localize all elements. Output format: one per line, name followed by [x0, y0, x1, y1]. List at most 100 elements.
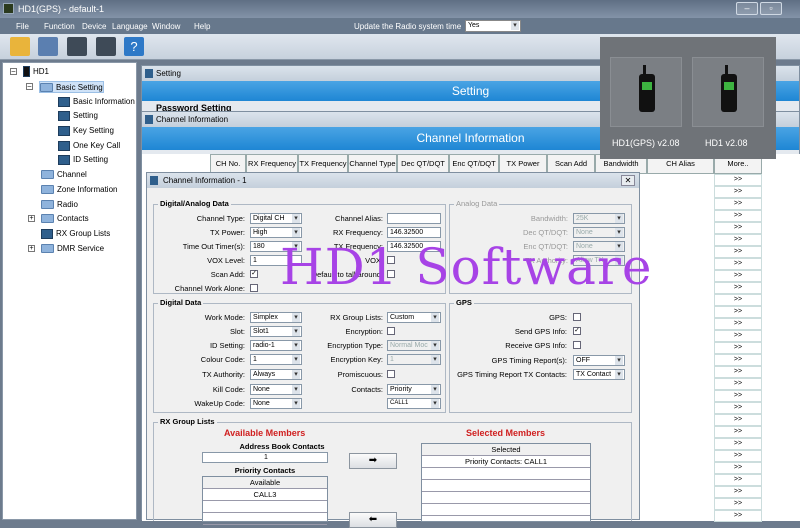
more-cell[interactable]: >> — [714, 438, 762, 450]
more-cell[interactable]: >> — [714, 198, 762, 210]
col-channel-type[interactable]: Channel Type — [348, 154, 397, 174]
more-cell[interactable]: >> — [714, 474, 762, 486]
alias-input[interactable] — [387, 213, 441, 224]
tree-dmr-service[interactable]: DMR Service — [41, 243, 104, 255]
dec-qt-select[interactable]: None — [573, 227, 625, 238]
tree-contacts[interactable]: Contacts — [41, 213, 89, 225]
encryption-key-select[interactable]: 1 — [387, 354, 441, 365]
more-cell[interactable]: >> — [714, 402, 762, 414]
more-cell[interactable]: >> — [714, 174, 762, 186]
wakeup-code-select[interactable]: None — [250, 398, 302, 409]
maximize-button[interactable]: ▫ — [760, 2, 782, 15]
more-cell[interactable]: >> — [714, 330, 762, 342]
more-cell[interactable]: >> — [714, 414, 762, 426]
col-rx-frequency[interactable]: RX Frequency — [246, 154, 298, 174]
tree-basic-information[interactable]: Basic Information — [58, 96, 135, 108]
more-cell[interactable]: >> — [714, 462, 762, 474]
col-ch-no[interactable]: CH No. — [210, 154, 246, 174]
help-icon[interactable]: ? — [124, 37, 144, 56]
more-cell[interactable]: >> — [714, 510, 762, 522]
dialog-close-icon[interactable]: ✕ — [621, 175, 635, 186]
menu-window[interactable]: Window — [152, 22, 180, 31]
tree-key-setting[interactable]: Key Setting — [58, 125, 114, 137]
more-cell[interactable]: >> — [714, 342, 762, 354]
send-gps-checkbox[interactable]: ✓ — [573, 327, 581, 335]
tree-rx-group-lists[interactable]: RX Group Lists — [41, 228, 110, 240]
contacts-call-select[interactable]: CALL1 — [387, 398, 441, 409]
more-cell[interactable]: >> — [714, 354, 762, 366]
kill-code-select[interactable]: None — [250, 384, 302, 395]
receive-gps-checkbox[interactable] — [573, 341, 581, 349]
add-member-button[interactable]: ➡ — [349, 453, 397, 469]
menu-language[interactable]: Language — [112, 22, 148, 31]
more-cell[interactable]: >> — [714, 378, 762, 390]
menu-help[interactable]: Help — [194, 22, 210, 31]
tx-power-select[interactable]: High — [250, 227, 302, 238]
more-cell[interactable]: >> — [714, 234, 762, 246]
col-enc-qt[interactable]: Enc QT/DQT — [449, 154, 499, 174]
encryption-checkbox[interactable] — [387, 327, 395, 335]
tree-zone-information[interactable]: Zone Information — [41, 184, 117, 196]
selected-list[interactable]: Selected Priority Contacts: CALL1 — [421, 443, 591, 522]
tree-channel[interactable]: Channel — [41, 169, 87, 181]
available-list[interactable]: Available CALL3 — [202, 476, 328, 525]
col-scan-add[interactable]: Scan Add — [547, 154, 595, 174]
more-cell[interactable]: >> — [714, 306, 762, 318]
more-cell[interactable]: >> — [714, 366, 762, 378]
rx-group-list-select[interactable]: Custom — [387, 312, 441, 323]
tx-authority-select[interactable]: Always — [250, 369, 302, 380]
more-cell[interactable]: >> — [714, 282, 762, 294]
update-time-select[interactable]: Yes — [465, 20, 521, 32]
more-cell[interactable]: >> — [714, 258, 762, 270]
work-alone-checkbox[interactable] — [250, 284, 258, 292]
expand-toggle-icon[interactable]: + — [28, 215, 35, 222]
more-cell[interactable]: >> — [714, 294, 762, 306]
scan-add-checkbox[interactable]: ✓ — [250, 270, 258, 278]
id-setting-select[interactable]: radio-1 — [250, 340, 302, 351]
tree-radio[interactable]: Radio — [41, 199, 78, 211]
contacts-select[interactable]: Priority — [387, 384, 441, 395]
col-tx-power[interactable]: TX Power — [499, 154, 547, 174]
tree-id-setting[interactable]: ID Setting — [58, 154, 108, 166]
menu-file[interactable]: File — [16, 22, 29, 31]
more-cell[interactable]: >> — [714, 210, 762, 222]
address-book-input[interactable]: 1 — [202, 452, 328, 463]
colour-code-select[interactable]: 1 — [250, 354, 302, 365]
list-item[interactable]: CALL3 — [203, 489, 327, 501]
write-radio-icon[interactable] — [96, 37, 116, 56]
more-cell[interactable]: >> — [714, 186, 762, 198]
gps-checkbox[interactable] — [573, 313, 581, 321]
col-tx-frequency[interactable]: TX Frequency — [298, 154, 348, 174]
tree-setting[interactable]: Setting — [58, 110, 98, 122]
work-mode-select[interactable]: Simplex — [250, 312, 302, 323]
gps-timing-select[interactable]: OFF — [573, 355, 625, 366]
list-item[interactable]: Priority Contacts: CALL1 — [422, 456, 590, 468]
read-radio-icon[interactable] — [67, 37, 87, 56]
more-cell[interactable]: >> — [714, 498, 762, 510]
more-cell[interactable]: >> — [714, 426, 762, 438]
more-cell[interactable]: >> — [714, 318, 762, 330]
bandwidth-select[interactable]: 25K — [573, 213, 625, 224]
remove-member-button[interactable]: ⬅ — [349, 512, 397, 528]
more-cell[interactable]: >> — [714, 450, 762, 462]
save-icon[interactable] — [38, 37, 58, 56]
more-cell[interactable]: >> — [714, 246, 762, 258]
tree-basic-setting[interactable]: Basic Setting — [39, 81, 104, 93]
expand-toggle-icon[interactable]: + — [28, 245, 35, 252]
gps-tx-contacts-select[interactable]: TX Contact — [573, 369, 625, 380]
tree-one-key-call[interactable]: One Key Call — [58, 140, 120, 152]
menu-device[interactable]: Device — [82, 22, 106, 31]
menu-function[interactable]: Function — [44, 22, 75, 31]
promiscuous-checkbox[interactable] — [387, 370, 395, 378]
encryption-type-select[interactable]: Normal Moc — [387, 340, 441, 351]
collapse-toggle-icon[interactable]: – — [26, 83, 33, 90]
collapse-toggle-icon[interactable]: – — [10, 68, 17, 75]
more-cell[interactable]: >> — [714, 390, 762, 402]
channel-type-select[interactable]: Digital CH — [250, 213, 302, 224]
minimize-button[interactable]: – — [736, 2, 758, 15]
col-dec-qt[interactable]: Dec QT/DQT — [397, 154, 449, 174]
tree-root-hd1[interactable]: HD1 — [23, 66, 49, 78]
rx-frequency-input[interactable]: 146.32500 — [387, 227, 441, 238]
more-cell[interactable]: >> — [714, 486, 762, 498]
open-folder-icon[interactable] — [10, 37, 30, 56]
